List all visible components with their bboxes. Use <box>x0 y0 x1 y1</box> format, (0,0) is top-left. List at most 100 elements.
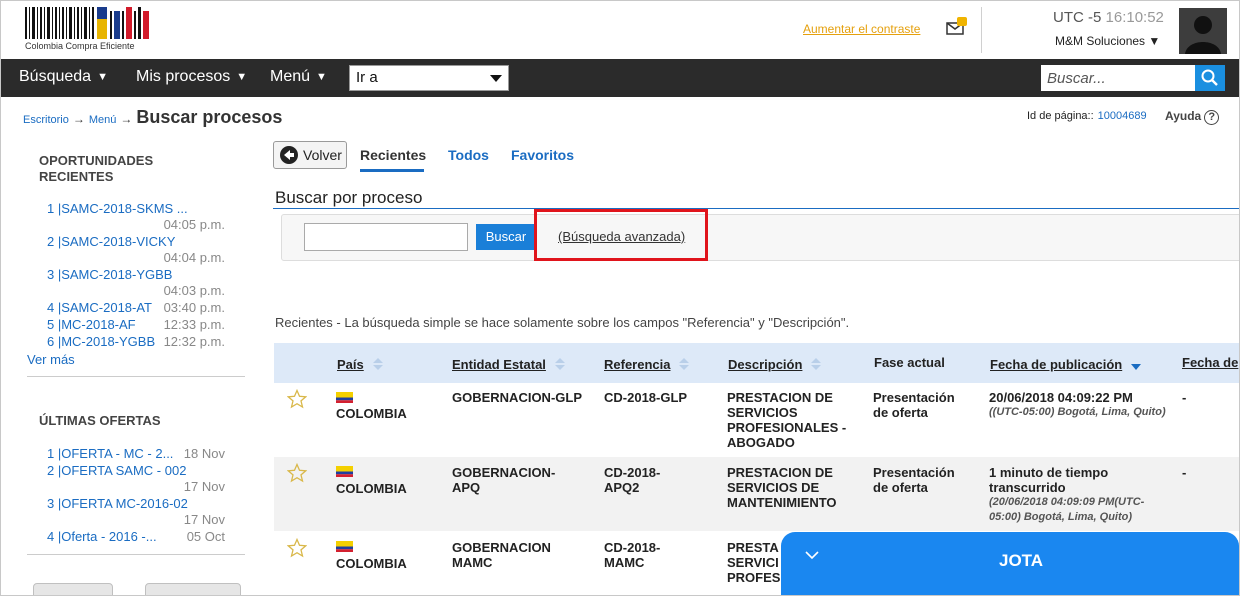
sort-desc-icon <box>1131 364 1142 370</box>
nav-menu[interactable]: Menú ▼ <box>270 68 327 86</box>
cell-closing-date: - <box>1182 465 1187 480</box>
offer-item[interactable]: 1 |OFERTA - MC - 2... 18 Nov <box>47 446 235 461</box>
sidebar-divider <box>27 376 245 377</box>
offer-date: 18 Nov <box>183 446 225 461</box>
opportunity-item[interactable]: 5 |MC-2018-AF 12:33 p.m. <box>47 317 235 332</box>
caret-down-icon: ▼ <box>236 71 248 83</box>
back-button[interactable]: Volver <box>273 141 347 169</box>
contrast-link[interactable]: Aumentar el contraste <box>803 22 920 36</box>
offer-date: 17 Nov <box>183 479 225 494</box>
header-divider <box>981 7 982 53</box>
section-title: Buscar por proceso <box>275 188 423 207</box>
column-label: País <box>337 357 364 372</box>
offer-date: 17 Nov <box>183 512 225 527</box>
chat-widget[interactable]: JOTA <box>781 532 1239 595</box>
cell-reference[interactable]: CD-2018-MAMC <box>604 540 674 570</box>
column-fecha-publicacion[interactable]: Fecha de publicación <box>990 355 1142 372</box>
caret-down-icon: ▼ <box>97 71 108 83</box>
nav-busqueda-label: Búsqueda <box>19 68 92 85</box>
column-fecha-cierre[interactable]: Fecha de <box>1182 355 1238 370</box>
page-title: Buscar procesos <box>136 107 283 127</box>
see-more-link[interactable]: Ver más <box>27 352 75 367</box>
sidebar-card[interactable] <box>145 583 241 595</box>
sort-icon <box>811 358 822 370</box>
breadcrumb-menu[interactable]: Menú <box>89 114 117 126</box>
sidebar-card[interactable] <box>33 583 113 595</box>
avatar[interactable] <box>1179 8 1227 54</box>
column-descripcion[interactable]: Descripción <box>728 355 822 372</box>
cell-reference[interactable]: CD-2018-GLP <box>604 390 714 405</box>
global-search-input[interactable] <box>1041 65 1195 91</box>
offers-title: ÚLTIMAS OFERTAS <box>39 413 161 428</box>
column-referencia[interactable]: Referencia <box>604 355 690 372</box>
cell-description: PRESTACION DE SERVICIOS DE MANTENIMIENTO <box>727 465 837 510</box>
publication-main: 1 minuto de tiempo transcurrido <box>989 465 1109 495</box>
tab-todos[interactable]: Todos <box>448 147 489 163</box>
opportunity-item[interactable]: 3 |SAMC-2018-YGBB 04:03 p.m. <box>47 267 235 298</box>
goto-select[interactable]: Ir a <box>349 65 509 91</box>
sort-icon <box>554 358 565 370</box>
page-id: Id de página:: 10004689 <box>1027 110 1147 122</box>
dropdown-arrow-icon <box>490 75 502 82</box>
publication-sub: ((UTC-05:00) Bogotá, Lima, Quito) <box>989 406 1166 418</box>
opportunity-time: 12:32 p.m. <box>163 334 225 349</box>
page-id-value: 10004689 <box>1097 110 1147 122</box>
opportunity-item[interactable]: 2 |SAMC-2018-VICKY 04:04 p.m. <box>47 234 235 265</box>
help-icon: ? <box>1204 110 1220 125</box>
help-link[interactable]: Ayuda? <box>1165 109 1220 125</box>
star-icon[interactable] <box>287 538 307 558</box>
opportunity-item[interactable]: 1 |SAMC-2018-SKMS ... 04:05 p.m. <box>47 201 235 232</box>
breadcrumb-escritorio[interactable]: Escritorio <box>23 114 69 126</box>
offer-label: 1 |OFERTA - MC - 2... <box>47 446 174 461</box>
opportunity-item[interactable]: 6 |MC-2018-YGBB 12:32 p.m. <box>47 334 235 349</box>
opportunity-time: 12:33 p.m. <box>163 317 225 332</box>
column-entidad[interactable]: Entidad Estatal <box>452 355 566 372</box>
cell-country: COLOMBIA <box>336 406 407 421</box>
nav-busqueda[interactable]: Búsqueda ▼ <box>19 68 108 86</box>
process-search-input[interactable] <box>304 223 468 251</box>
offer-label: 3 |OFERTA MC-2016-02 <box>47 496 188 511</box>
star-icon[interactable] <box>287 389 307 409</box>
offer-item[interactable]: 2 |OFERTA SAMC - 002 17 Nov <box>47 463 235 494</box>
sidebar-divider <box>27 554 245 555</box>
company-selector[interactable]: M&M Soluciones ▼ <box>1055 34 1160 48</box>
cell-description: PRESTA SERVICI PROFES <box>727 540 781 585</box>
column-pais[interactable]: País <box>337 355 384 372</box>
cell-publication-date: 20/06/2018 04:09:22 PM ((UTC-05:00) Bogot… <box>989 390 1169 420</box>
help-label: Ayuda <box>1165 109 1202 123</box>
arrow-right-icon: → <box>120 112 133 126</box>
nav-mis-procesos[interactable]: Mis procesos ▼ <box>136 68 247 86</box>
section-divider <box>273 208 1239 209</box>
offer-item[interactable]: 4 |Oferta - 2016 -... 05 Oct <box>47 529 235 544</box>
opportunity-label: 2 |SAMC-2018-VICKY <box>47 234 176 249</box>
cell-description: PRESTACION DE SERVICIOS PROFESIONALES - … <box>727 390 847 450</box>
logo-text: Colombia Compra Eficiente <box>25 41 135 51</box>
flag-colombia-icon <box>336 466 353 477</box>
opportunity-label: 3 |SAMC-2018-YGBB <box>47 267 173 282</box>
logo[interactable]: Colombia Compra Eficiente <box>25 7 155 53</box>
cell-phase: Presentación de oferta <box>873 465 955 495</box>
publication-main: 20/06/2018 04:09:22 PM <box>989 390 1133 405</box>
header: Colombia Compra Eficiente Aumentar el co… <box>1 1 1239 59</box>
chevron-down-icon[interactable] <box>803 546 821 564</box>
offer-item[interactable]: 3 |OFERTA MC-2016-02 17 Nov <box>47 496 235 527</box>
search-note: Recientes - La búsqueda simple se hace s… <box>275 315 850 330</box>
publication-sub: (20/06/2018 04:09:09 PM(UTC-05:00) Bogot… <box>989 496 1145 523</box>
main-nav: Búsqueda ▼ Mis procesos ▼ Menú ▼ Ir a <box>1 59 1239 97</box>
envelope-notification-icon[interactable] <box>945 15 969 37</box>
opportunity-item[interactable]: 4 |SAMC-2018-AT 03:40 p.m. <box>47 300 235 315</box>
opportunity-label: 5 |MC-2018-AF <box>47 317 136 332</box>
goto-label: Ir a <box>356 69 378 86</box>
offer-label: 4 |Oferta - 2016 -... <box>47 529 157 544</box>
global-search-button[interactable] <box>1195 65 1225 91</box>
star-icon[interactable] <box>287 463 307 483</box>
tab-recientes[interactable]: Recientes <box>360 147 426 163</box>
cell-entity: GOBERNACION-GLP <box>452 390 582 405</box>
opportunity-label: 6 |MC-2018-YGBB <box>47 334 156 349</box>
barcode-logo <box>25 7 149 39</box>
search-button[interactable]: Buscar <box>476 224 536 250</box>
tab-favoritos[interactable]: Favoritos <box>511 147 574 163</box>
cell-reference[interactable]: CD-2018-APQ2 <box>604 465 694 495</box>
magnifier-icon <box>1201 69 1218 86</box>
column-fase: Fase actual <box>874 355 945 370</box>
